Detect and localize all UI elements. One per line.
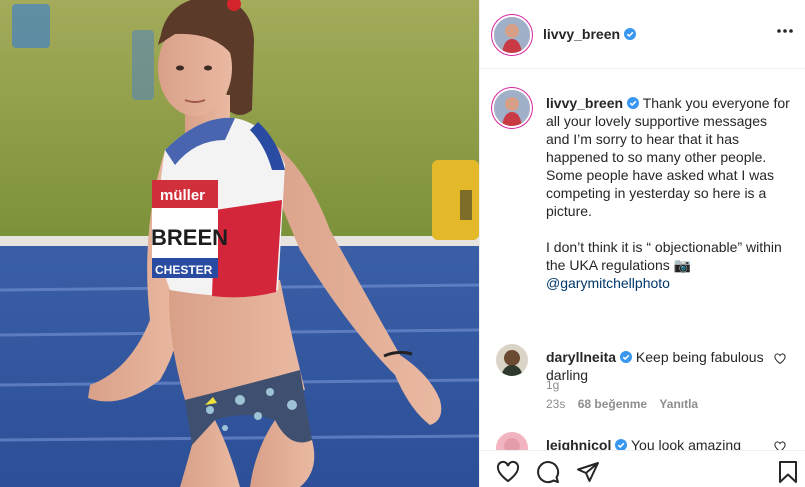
comment-username[interactable]: daryllneita: [546, 349, 616, 365]
author-username-text[interactable]: livvy_breen: [543, 26, 620, 42]
caption-paragraph-1: Thank you everyone for all your lovely s…: [546, 95, 790, 219]
caption-mention-link[interactable]: @garymitchellphoto: [546, 275, 670, 291]
verified-badge-icon: [624, 28, 637, 40]
post-header: livvy_breen: [480, 0, 805, 69]
comment-timestamp: 23s: [546, 397, 566, 411]
post-details-panel: livvy_breen livvy_breen Thank you everyo…: [479, 0, 805, 487]
comment-icon[interactable]: [536, 460, 560, 484]
comment-likes-count[interactable]: 68 beğenme: [578, 397, 647, 411]
bib-brand-text: müller: [160, 187, 205, 204]
comment-like-heart-icon[interactable]: [774, 353, 786, 365]
commenter-avatar[interactable]: [496, 344, 528, 376]
bib-city-text: CHESTER: [155, 263, 213, 277]
caption-author-avatar[interactable]: [494, 90, 530, 126]
post-action-bar: [480, 450, 805, 487]
caption-username[interactable]: livvy_breen: [546, 95, 623, 111]
heart-icon[interactable]: [496, 460, 520, 484]
caption-paragraph-2: I don’t think it is “ objectionable” wit…: [546, 239, 782, 273]
bookmark-icon[interactable]: [776, 460, 800, 484]
bib-name-text: BREEN: [151, 225, 228, 250]
comment-reply-button[interactable]: Yanıtla: [659, 397, 698, 411]
athlete-photo: müller BREEN CHESTER: [0, 0, 479, 487]
comment-meta: 23s 68 beğenme Yanıtla: [546, 397, 707, 411]
post-photo[interactable]: müller BREEN CHESTER: [0, 0, 479, 487]
verified-badge-icon: [620, 351, 633, 363]
more-options-icon[interactable]: [776, 28, 794, 34]
share-icon[interactable]: [576, 460, 600, 484]
author-username[interactable]: livvy_breen: [543, 26, 637, 42]
verified-badge-icon: [627, 97, 640, 109]
caption-text: livvy_breen Thank you everyone for all y…: [546, 94, 794, 292]
comment-text: daryllneita Keep being fabulous darling: [546, 348, 766, 384]
author-avatar[interactable]: [494, 17, 530, 53]
